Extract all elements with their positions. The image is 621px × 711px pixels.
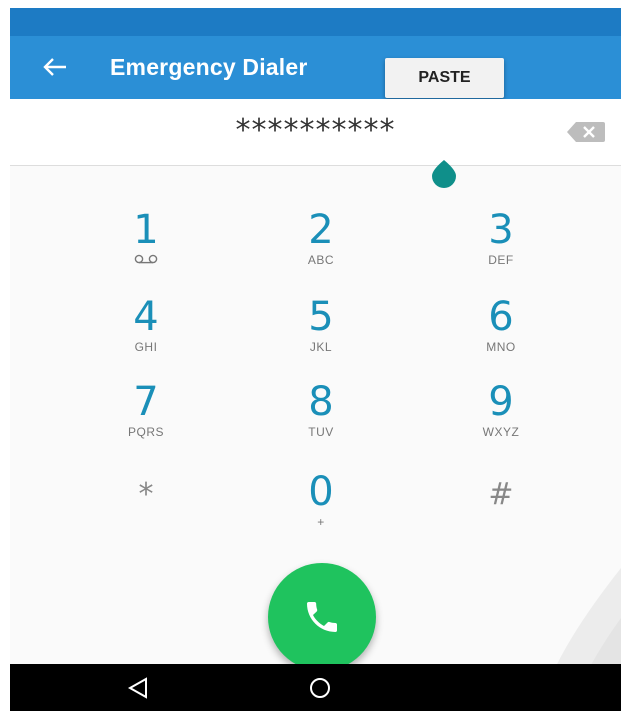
key-pound[interactable]: # <box>441 473 561 549</box>
nav-home-icon[interactable] <box>308 676 332 700</box>
key-8[interactable]: 8 TUV <box>261 380 381 456</box>
app-bar: Emergency Dialer PASTE <box>10 36 621 99</box>
key-digit: 8 <box>308 379 334 425</box>
key-5[interactable]: 5 JKL <box>261 295 381 371</box>
key-digit: 5 <box>308 294 334 340</box>
navigation-bar <box>10 664 621 711</box>
key-4[interactable]: 4 GHI <box>86 295 206 371</box>
key-digit: 4 <box>133 294 159 340</box>
key-letters: PQRS <box>127 425 164 439</box>
key-letters: MNO <box>486 340 516 354</box>
key-3[interactable]: 3 DEF <box>441 208 561 284</box>
key-letters: WXYZ <box>482 425 520 439</box>
key-digit: 1 <box>133 207 159 253</box>
key-letters: ABC <box>307 253 335 267</box>
status-bar <box>10 8 621 36</box>
dialed-number-field[interactable]: ********** <box>10 113 621 148</box>
key-0[interactable]: 0 + <box>261 470 381 546</box>
key-star[interactable]: * <box>86 473 206 549</box>
dialer-screen: Emergency Dialer PASTE ********** 1 2 AB… <box>10 8 621 711</box>
arrow-left-icon[interactable] <box>40 52 70 82</box>
backspace-icon[interactable] <box>566 121 606 143</box>
key-digit: 0 <box>308 469 334 515</box>
key-digit: 2 <box>308 207 334 253</box>
key-letters: JKL <box>309 340 333 354</box>
voicemail-icon <box>134 254 158 264</box>
text-cursor-handle[interactable] <box>428 160 460 188</box>
key-letters: TUV <box>308 425 334 439</box>
key-1[interactable]: 1 <box>86 208 206 284</box>
paste-button[interactable]: PASTE <box>385 58 504 98</box>
page-title: Emergency Dialer <box>110 54 308 80</box>
number-display: ********** <box>10 99 621 166</box>
call-button[interactable] <box>268 563 376 671</box>
key-digit: 9 <box>488 379 514 425</box>
key-6[interactable]: 6 MNO <box>441 295 561 371</box>
key-digit: 6 <box>488 294 514 340</box>
key-letters: GHI <box>134 340 158 354</box>
key-digit: 7 <box>133 379 159 425</box>
key-digit: * <box>138 477 154 512</box>
key-2[interactable]: 2 ABC <box>261 208 381 284</box>
key-letters: DEF <box>488 253 514 267</box>
key-letters: + <box>317 515 325 529</box>
key-digit: 3 <box>488 207 514 253</box>
phone-icon <box>307 602 337 632</box>
key-9[interactable]: 9 WXYZ <box>441 380 561 456</box>
key-digit: # <box>488 477 514 512</box>
key-7[interactable]: 7 PQRS <box>86 380 206 456</box>
nav-back-icon[interactable] <box>126 676 150 700</box>
